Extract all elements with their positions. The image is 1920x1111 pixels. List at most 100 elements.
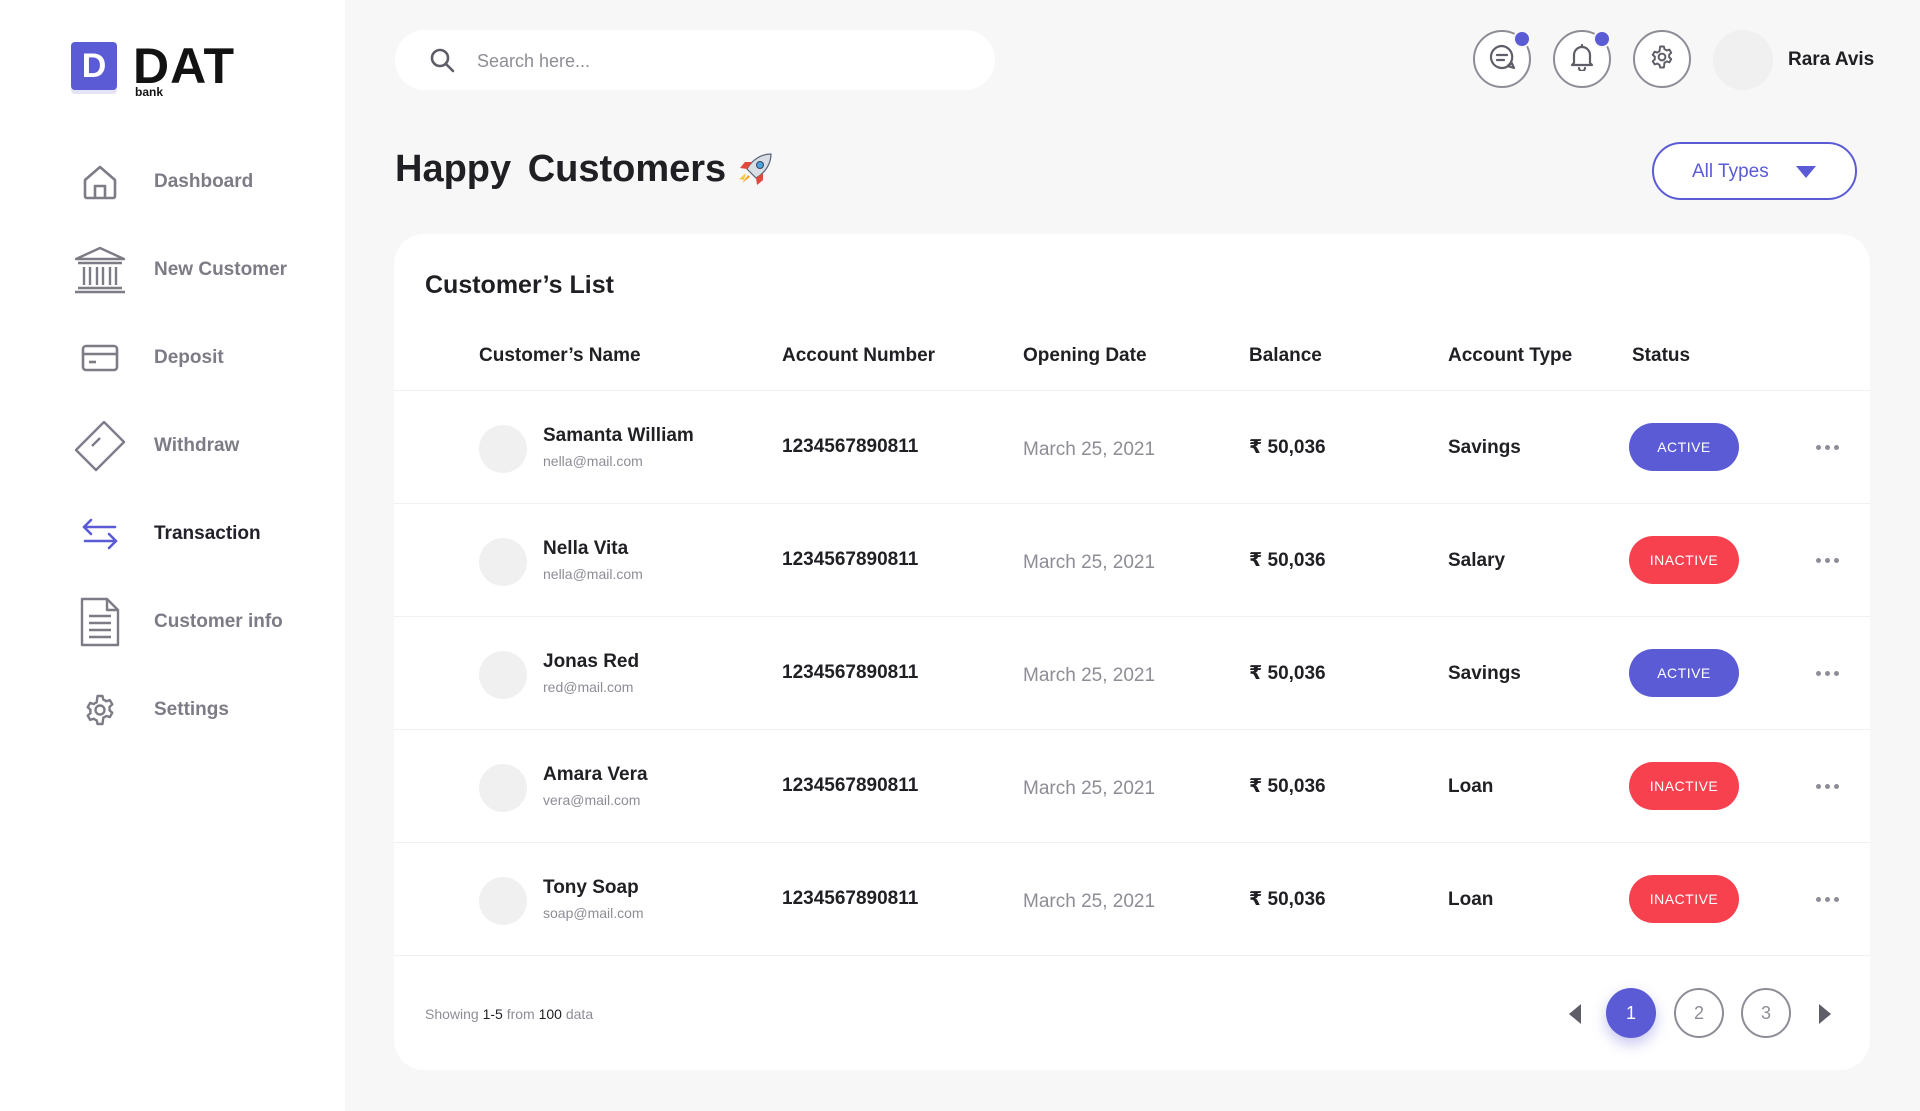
- dot: [1824, 783, 1830, 789]
- chat-icon: [1488, 43, 1516, 76]
- table-row[interactable]: Nella Vita nella@mail.com 1234567890811 …: [394, 504, 1870, 617]
- avatar: [479, 764, 527, 812]
- sidebar: D DAT bank Dashboard New Customer Deposi…: [0, 0, 345, 1111]
- status-badge[interactable]: ACTIVE: [1629, 649, 1739, 697]
- balance: ₹ 50,036: [1249, 776, 1326, 797]
- caret-left-icon: [1569, 1004, 1581, 1024]
- status-badge[interactable]: INACTIVE: [1629, 762, 1739, 810]
- settings-button[interactable]: [1633, 30, 1691, 88]
- search-input[interactable]: [475, 40, 959, 82]
- dot: [1824, 896, 1830, 902]
- sidebar-item-transaction[interactable]: Transaction: [0, 490, 345, 578]
- opening-date: March 25, 2021: [1023, 552, 1156, 573]
- sidebar-item-new-customer[interactable]: New Customer: [0, 226, 345, 314]
- status-badge[interactable]: ACTIVE: [1629, 423, 1739, 471]
- showing-range: 1-5: [482, 1006, 503, 1022]
- account-number: 1234567890811: [782, 775, 919, 796]
- page-button-3[interactable]: 3: [1741, 988, 1791, 1038]
- customer-name[interactable]: Amara Vera: [543, 764, 648, 786]
- account-type-filter-label: All Types: [1692, 161, 1769, 182]
- customer-name[interactable]: Samanta William: [543, 425, 694, 447]
- column-header-balance: Balance: [1249, 345, 1322, 366]
- balance: ₹ 50,036: [1249, 437, 1326, 458]
- account-type: Loan: [1448, 889, 1494, 910]
- more-options-button[interactable]: [1812, 774, 1842, 798]
- gear-icon: [72, 682, 128, 738]
- more-options-button[interactable]: [1812, 661, 1842, 685]
- column-header-account-number: Account Number: [782, 345, 936, 366]
- sidebar-item-label: Withdraw: [154, 435, 240, 456]
- user-avatar[interactable]: [1713, 30, 1773, 90]
- column-header-status: Status: [1632, 345, 1691, 366]
- user-name[interactable]: Rara Avis: [1788, 49, 1874, 71]
- account-type: Loan: [1448, 776, 1494, 797]
- dot: [1833, 444, 1839, 450]
- notifications-button[interactable]: [1553, 30, 1611, 88]
- card-icon: [72, 330, 128, 386]
- status-badge[interactable]: INACTIVE: [1629, 536, 1739, 584]
- account-type: Salary: [1448, 550, 1506, 571]
- sidebar-item-withdraw[interactable]: Withdraw: [0, 402, 345, 490]
- account-number: 1234567890811: [782, 436, 919, 457]
- sidebar-item-dashboard[interactable]: Dashboard: [0, 138, 345, 226]
- customer-name[interactable]: Nella Vita: [543, 538, 628, 560]
- customer-name[interactable]: Tony Soap: [543, 877, 639, 899]
- avatar: [479, 651, 527, 699]
- sidebar-item-deposit[interactable]: Deposit: [0, 314, 345, 402]
- rocket-icon: [735, 150, 775, 190]
- customer-email: red@mail.com: [543, 679, 634, 695]
- showing-total: 100: [538, 1006, 562, 1022]
- sidebar-item-label: Transaction: [154, 523, 261, 544]
- showing-from: from: [506, 1006, 535, 1022]
- caret-right-icon: [1819, 1004, 1831, 1024]
- search-icon: [429, 47, 455, 73]
- search-bar[interactable]: [395, 30, 995, 90]
- avatar: [479, 538, 527, 586]
- table-row[interactable]: Tony Soap soap@mail.com 1234567890811 Ma…: [394, 843, 1870, 956]
- account-type: Savings: [1448, 437, 1521, 458]
- more-options-button[interactable]: [1812, 887, 1842, 911]
- page-button-2[interactable]: 2: [1674, 988, 1724, 1038]
- dot: [1833, 670, 1839, 676]
- page-button-1[interactable]: 1: [1606, 988, 1656, 1038]
- avatar: [479, 877, 527, 925]
- pagination-summary: Showing 1-5 from 100 data: [425, 1006, 593, 1022]
- account-number: 1234567890811: [782, 888, 919, 909]
- dot: [1815, 557, 1821, 563]
- sidebar-item-label: Settings: [154, 699, 229, 720]
- dot: [1833, 783, 1839, 789]
- table-row[interactable]: Samanta William nella@mail.com 123456789…: [394, 391, 1870, 504]
- customer-name[interactable]: Jonas Red: [543, 651, 639, 673]
- opening-date: March 25, 2021: [1023, 778, 1156, 799]
- card-title: Customer’s List: [425, 271, 614, 299]
- sidebar-nav: Dashboard New Customer Deposit Withdraw …: [0, 138, 345, 754]
- dot: [1833, 557, 1839, 563]
- next-page-button[interactable]: [1812, 1002, 1836, 1026]
- sidebar-item-label: Customer info: [154, 611, 283, 632]
- account-number: 1234567890811: [782, 549, 919, 570]
- showing-prefix: Showing: [425, 1006, 479, 1022]
- status-badge[interactable]: INACTIVE: [1629, 875, 1739, 923]
- table-row[interactable]: Amara Vera vera@mail.com 1234567890811 M…: [394, 730, 1870, 843]
- column-header-account-type: Account Type: [1448, 345, 1573, 366]
- gear-icon: [1650, 45, 1674, 74]
- sidebar-item-label: New Customer: [154, 259, 288, 280]
- more-options-button[interactable]: [1812, 548, 1842, 572]
- table-row[interactable]: Jonas Red red@mail.com 1234567890811 Mar…: [394, 617, 1870, 730]
- more-options-button[interactable]: [1812, 435, 1842, 459]
- notification-dot: [1593, 30, 1611, 48]
- dot: [1824, 557, 1830, 563]
- account-type: Savings: [1448, 663, 1521, 684]
- sidebar-item-settings[interactable]: Settings: [0, 666, 345, 754]
- sidebar-item-customer-info[interactable]: Customer info: [0, 578, 345, 666]
- dot: [1815, 896, 1821, 902]
- previous-page-button[interactable]: [1564, 1002, 1588, 1026]
- bank-icon: [72, 242, 128, 298]
- notification-dot: [1513, 30, 1531, 48]
- column-header-opening-date: Opening Date: [1023, 345, 1147, 366]
- balance: ₹ 50,036: [1249, 550, 1326, 571]
- messages-button[interactable]: [1473, 30, 1531, 88]
- account-type-filter[interactable]: All Types: [1652, 142, 1857, 200]
- home-icon: [72, 154, 128, 210]
- opening-date: March 25, 2021: [1023, 439, 1156, 460]
